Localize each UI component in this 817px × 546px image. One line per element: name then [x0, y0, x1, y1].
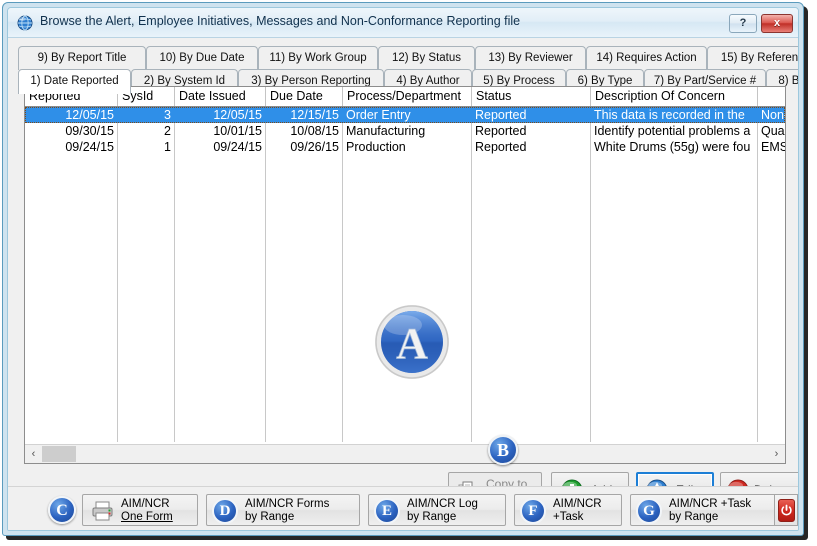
- cell-reported: 09/24/15: [25, 139, 117, 155]
- help-button[interactable]: ?: [729, 14, 757, 33]
- cell-process: Order Entry: [343, 107, 471, 123]
- cell-date-issued: 12/05/15: [175, 107, 265, 123]
- cell-description: Identify potential problems a: [591, 123, 757, 139]
- tab-requires-action[interactable]: 14) Requires Action: [586, 46, 707, 70]
- window-inner: Browse the Alert, Employee Initiatives, …: [7, 7, 799, 531]
- cell-reported: 12/05/15: [25, 107, 117, 123]
- power-button[interactable]: [774, 494, 798, 526]
- table-row[interactable]: 12/05/15 3 12/05/15 12/15/15 Order Entry…: [25, 107, 785, 123]
- aim-ncr-task-range-line2: by Range: [669, 511, 718, 523]
- application-logo: A: [373, 303, 451, 381]
- power-icon: [778, 499, 795, 522]
- cell-process: Production: [343, 139, 471, 155]
- globe-icon: [17, 15, 33, 31]
- aim-ncr-one-form-line1: AIM/NCR: [121, 498, 170, 510]
- close-button[interactable]: x: [761, 14, 793, 33]
- cell-extra: Non-: [758, 107, 785, 123]
- aim-ncr-one-form-line2: One Form: [121, 511, 173, 523]
- tab-by-status[interactable]: 12) By Status: [378, 46, 475, 70]
- column-header-extra[interactable]: [758, 87, 785, 106]
- aim-ncr-task-line2: +Task: [553, 511, 583, 523]
- cell-due-date: 10/08/15: [266, 123, 342, 139]
- window-body: 9) By Report Title 10) By Due Date 11) B…: [8, 38, 799, 531]
- bottom-toolbar: C AIM/NCR One Form: [8, 486, 799, 531]
- grid-header-row: Reported SysId Date Issued Due Date Proc…: [25, 87, 785, 107]
- cell-due-date: 09/26/15: [266, 139, 342, 155]
- cell-description: White Drums (55g) were fou: [591, 139, 757, 155]
- aim-ncr-task-line1: AIM/NCR: [553, 498, 602, 510]
- column-header-date-issued[interactable]: Date Issued: [175, 87, 265, 106]
- cell-process: Manufacturing: [343, 123, 471, 139]
- cell-due-date: 12/15/15: [266, 107, 342, 123]
- aim-ncr-task-by-range-button[interactable]: G AIM/NCR +Task by Range: [630, 494, 782, 526]
- badge-f: F: [520, 498, 546, 524]
- cell-sysid: 3: [118, 107, 174, 123]
- tab-by-reviewer[interactable]: 13) By Reviewer: [475, 46, 586, 70]
- cell-status: Reported: [472, 123, 590, 139]
- grid-rows: 12/05/15 3 12/05/15 12/15/15 Order Entry…: [25, 107, 785, 442]
- cell-sysid: 2: [118, 123, 174, 139]
- table-row[interactable]: 09/30/15 2 10/01/15 10/08/15 Manufacturi…: [25, 123, 785, 139]
- grid-horizontal-scrollbar[interactable]: ‹ ›: [25, 444, 785, 463]
- scroll-left-arrow-icon[interactable]: ‹: [25, 445, 42, 463]
- tab-by-work-group[interactable]: 11) By Work Group: [258, 46, 378, 70]
- badge-b: B: [488, 435, 518, 465]
- aim-ncr-task-range-line1: AIM/NCR +Task: [669, 498, 751, 510]
- column-header-process[interactable]: Process/Department: [343, 87, 471, 106]
- aim-ncr-forms-by-range-button[interactable]: D AIM/NCR Forms by Range: [206, 494, 360, 526]
- aim-ncr-forms-line1: AIM/NCR Forms: [245, 498, 329, 510]
- scrollbar-thumb[interactable]: [42, 446, 76, 462]
- aim-ncr-task-button[interactable]: F AIM/NCR +Task: [514, 494, 622, 526]
- badge-d: D: [212, 498, 238, 524]
- cell-reported: 09/30/15: [25, 123, 117, 139]
- badge-g: G: [636, 498, 662, 524]
- tab-date-reported[interactable]: 1) Date Reported: [18, 69, 131, 94]
- aim-ncr-log-line2: by Range: [407, 511, 456, 523]
- aim-ncr-one-form-button[interactable]: AIM/NCR One Form: [82, 494, 198, 526]
- cell-extra: EMS: [758, 139, 785, 155]
- window-frame: Browse the Alert, Employee Initiatives, …: [2, 2, 804, 536]
- aim-ncr-log-by-range-button[interactable]: E AIM/NCR Log by Range: [368, 494, 506, 526]
- tab-row-top: 9) By Report Title 10) By Due Date 11) B…: [18, 46, 790, 70]
- column-header-status[interactable]: Status: [472, 87, 590, 106]
- table-row[interactable]: 09/24/15 1 09/24/15 09/26/15 Production …: [25, 139, 785, 155]
- title-bar[interactable]: Browse the Alert, Employee Initiatives, …: [8, 8, 799, 38]
- cell-date-issued: 09/24/15: [175, 139, 265, 155]
- badge-c: C: [48, 496, 76, 524]
- cell-extra: Qual: [758, 123, 785, 139]
- aim-ncr-log-line1: AIM/NCR Log: [407, 498, 478, 510]
- cell-sysid: 1: [118, 139, 174, 155]
- tab-by-report-title[interactable]: 9) By Report Title: [18, 46, 146, 70]
- column-header-due-date[interactable]: Due Date: [266, 87, 342, 106]
- tab-by-reference-id[interactable]: 15) By Reference Id: [707, 46, 799, 70]
- tab-by-due-date[interactable]: 10) By Due Date: [146, 46, 258, 70]
- window-title: Browse the Alert, Employee Initiatives, …: [40, 14, 520, 28]
- cell-status: Reported: [472, 139, 590, 155]
- cell-date-issued: 10/01/15: [175, 123, 265, 139]
- records-grid[interactable]: Reported SysId Date Issued Due Date Proc…: [24, 86, 786, 464]
- column-header-description[interactable]: Description Of Concern: [591, 87, 757, 106]
- aim-ncr-forms-line2: by Range: [245, 511, 294, 523]
- badge-e: E: [374, 498, 400, 524]
- svg-text:A: A: [396, 319, 428, 368]
- cell-status: Reported: [472, 107, 590, 123]
- scroll-right-arrow-icon[interactable]: ›: [768, 445, 785, 463]
- cell-description: This data is recorded in the: [591, 107, 757, 123]
